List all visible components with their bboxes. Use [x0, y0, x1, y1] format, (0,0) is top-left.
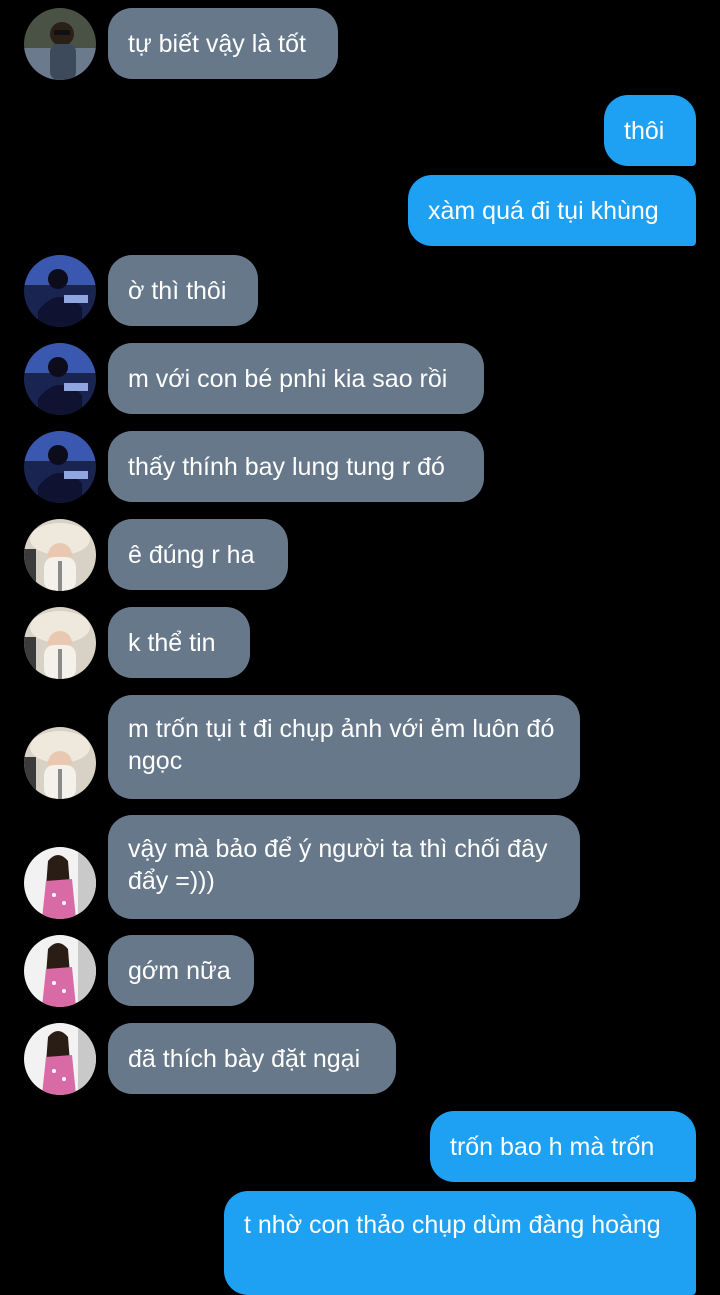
message-text: thấy thính bay lung tung r đó: [128, 452, 445, 481]
message-bubble-outgoing[interactable]: thôi: [604, 95, 696, 166]
message-text: m trốn tụi t đi chụp ảnh với ẻm luôn đó …: [128, 715, 555, 775]
message-bubble-outgoing[interactable]: xàm quá đi tụi khùng: [408, 175, 696, 246]
chat-thread: tự biết vậy là tốt thôi xàm quá đi tụi k…: [0, 0, 720, 1295]
message-bubble-incoming[interactable]: tự biết vậy là tốt: [108, 8, 338, 79]
message-bubble-outgoing[interactable]: trốn bao h mà trốn: [430, 1111, 696, 1182]
avatar-friend-d[interactable]: [24, 935, 96, 1007]
avatar-friend-b[interactable]: [24, 255, 96, 327]
message-text: k thể tin: [128, 628, 216, 657]
message-text: ờ thì thôi: [128, 276, 227, 305]
message-bubble-incoming[interactable]: ờ thì thôi: [108, 255, 258, 326]
message-text: t nhờ con thảo chụp dùm đàng hoàng: [244, 1211, 661, 1239]
avatar-friend-c[interactable]: [24, 607, 96, 679]
message-bubble-incoming[interactable]: ê đúng r ha: [108, 519, 288, 590]
message-bubble-outgoing[interactable]: t nhờ con thảo chụp dùm đàng hoàng: [224, 1191, 696, 1295]
avatar-friend-b[interactable]: [24, 343, 96, 415]
avatar-friend-a[interactable]: [24, 8, 96, 80]
message-text: thôi: [624, 116, 665, 145]
avatar-friend-c[interactable]: [24, 519, 96, 591]
message-bubble-incoming[interactable]: gớm nữa: [108, 935, 254, 1006]
message-text: trốn bao h mà trốn: [450, 1132, 655, 1161]
message-text: xàm quá đi tụi khùng: [428, 196, 659, 225]
message-text: vậy mà bảo để ý người ta thì chối đây đẩ…: [128, 835, 548, 895]
avatar-friend-d[interactable]: [24, 847, 96, 919]
message-text: m với con bé pnhi kia sao rồi: [128, 364, 448, 393]
avatar-friend-b[interactable]: [24, 431, 96, 503]
message-text: đã thích bày đặt ngại: [128, 1044, 361, 1073]
message-text: tự biết vậy là tốt: [128, 29, 306, 58]
message-bubble-incoming[interactable]: đã thích bày đặt ngại: [108, 1023, 396, 1094]
message-bubble-incoming[interactable]: k thể tin: [108, 607, 250, 678]
message-text: gớm nữa: [128, 956, 231, 985]
message-bubble-incoming[interactable]: vậy mà bảo để ý người ta thì chối đây đẩ…: [108, 815, 580, 919]
message-bubble-incoming[interactable]: m trốn tụi t đi chụp ảnh với ẻm luôn đó …: [108, 695, 580, 799]
message-text: ê đúng r ha: [128, 540, 255, 569]
message-bubble-incoming[interactable]: m với con bé pnhi kia sao rồi: [108, 343, 484, 414]
message-bubble-incoming[interactable]: thấy thính bay lung tung r đó: [108, 431, 484, 502]
avatar-friend-d[interactable]: [24, 1023, 96, 1095]
avatar-friend-c[interactable]: [24, 727, 96, 799]
